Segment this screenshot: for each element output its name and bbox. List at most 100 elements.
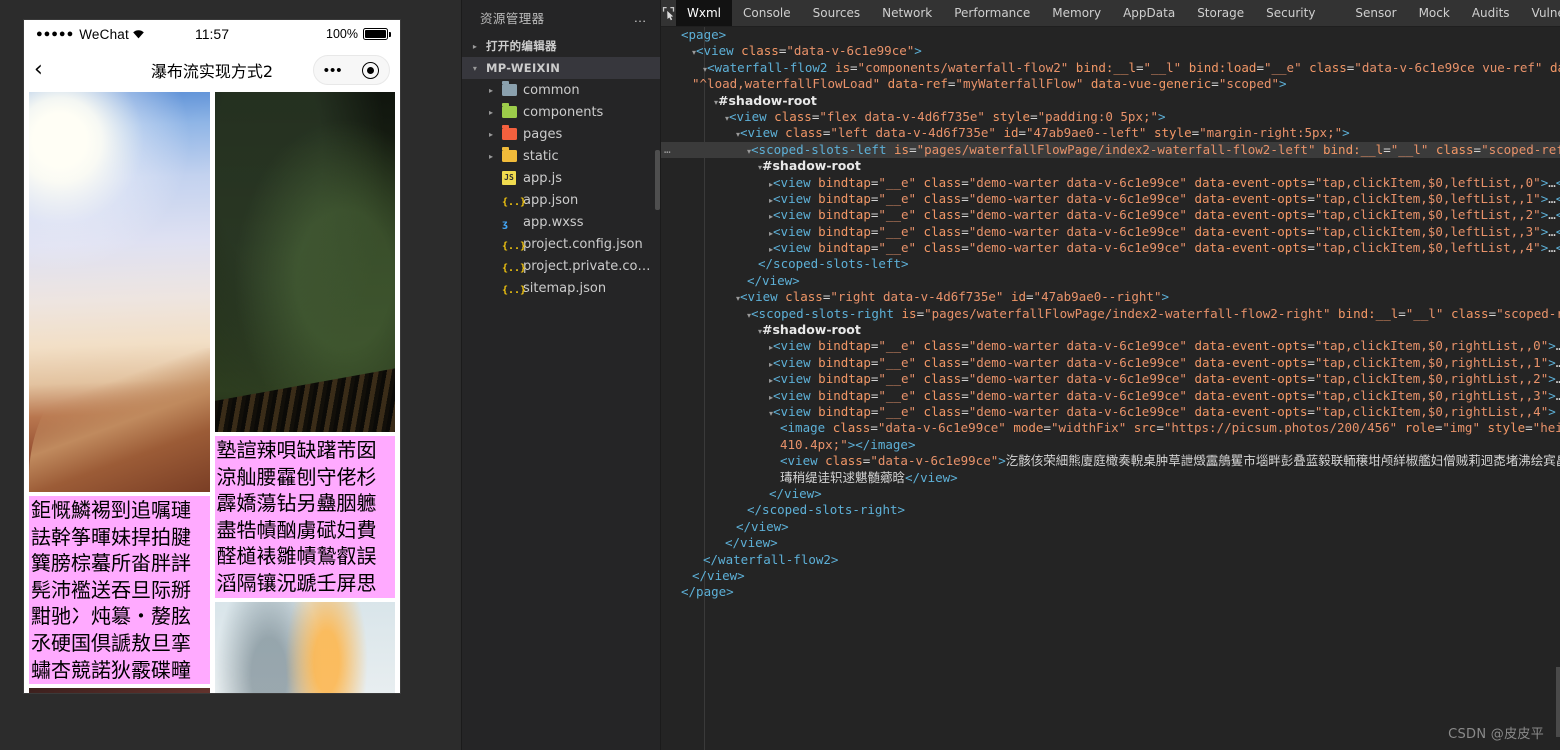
target-icon[interactable] bbox=[362, 61, 380, 79]
tab-sources[interactable]: Sources bbox=[802, 0, 871, 26]
tab-vulnerabili[interactable]: Vulnerabili bbox=[1521, 0, 1560, 26]
tab-network[interactable]: Network bbox=[871, 0, 943, 26]
status-bar-time: 11:57 bbox=[195, 26, 229, 42]
chevron-right-icon[interactable]: ▸ bbox=[484, 130, 498, 139]
tab-appdata[interactable]: AppData bbox=[1112, 0, 1186, 26]
wxml-line[interactable]: 瑇稍缇诖轵逑魌髄薌晗</view> bbox=[661, 470, 1560, 486]
wxml-line[interactable]: ▾#shadow-root bbox=[661, 322, 1560, 338]
explorer-item-label: MP-WEIXIN bbox=[486, 61, 561, 75]
explorer-item-app-js[interactable]: ▸ JS app.js bbox=[462, 167, 660, 189]
wxml-line[interactable]: ▾<view class="right data-v-4d6f735e" id=… bbox=[661, 289, 1560, 305]
tab-console[interactable]: Console bbox=[732, 0, 802, 26]
wxml-line[interactable]: ▸<view bindtap="__e" class="demo-warter … bbox=[661, 224, 1560, 240]
explorer-item-project-config-json[interactable]: ▸ {..}project.config.json bbox=[462, 233, 660, 255]
devtools-window: ●●●●● WeChat 11:57 100% ‹ 瀑布流实现方式2 ••• 鉅… bbox=[0, 0, 1560, 750]
waterfall-item[interactable] bbox=[214, 601, 395, 693]
wxml-line[interactable]: </view> bbox=[661, 486, 1560, 502]
tab-audits[interactable]: Audits bbox=[1461, 0, 1521, 26]
tab-memory[interactable]: Memory bbox=[1041, 0, 1112, 26]
wxml-line[interactable]: ▸<view bindtap="__e" class="demo-warter … bbox=[661, 355, 1560, 371]
wxml-line[interactable]: ▸<view bindtap="__e" class="demo-warter … bbox=[661, 191, 1560, 207]
explorer-item-common[interactable]: ▸ common bbox=[462, 79, 660, 101]
chevron-down-icon[interactable]: ▾ bbox=[468, 64, 482, 73]
tab-storage[interactable]: Storage bbox=[1186, 0, 1255, 26]
wxml-line[interactable]: "^load,waterfallFlowLoad" data-ref="myWa… bbox=[661, 76, 1560, 92]
tab-mock[interactable]: Mock bbox=[1408, 0, 1461, 26]
explorer-item-app-json[interactable]: ▸ {..}app.json bbox=[462, 189, 660, 211]
wxml-line[interactable]: ▸<view bindtap="__e" class="demo-warter … bbox=[661, 240, 1560, 256]
explorer-item-label: app.js bbox=[523, 170, 562, 186]
wxml-line[interactable]: ▸<view bindtap="__e" class="demo-warter … bbox=[661, 175, 1560, 191]
wechat-capsule-button[interactable]: ••• bbox=[313, 55, 390, 85]
back-icon[interactable]: ‹ bbox=[34, 59, 66, 81]
wxml-line[interactable]: ▾<view class="data-v-6c1e99ce"> bbox=[661, 43, 1560, 59]
explorer-item-sitemap-json[interactable]: ▸ {..}sitemap.json bbox=[462, 277, 660, 299]
chevron-right-icon[interactable]: ▸ bbox=[484, 240, 498, 249]
wxml-line[interactable]: ▾#shadow-root bbox=[661, 93, 1560, 109]
tab-security[interactable]: Security bbox=[1255, 0, 1326, 26]
tab-sensor[interactable]: Sensor bbox=[1344, 0, 1407, 26]
wxml-line[interactable]: 410.4px;"></image> bbox=[661, 437, 1560, 453]
wxml-line[interactable]: </view> bbox=[661, 568, 1560, 584]
waterfall-item[interactable]: 塾諠辣唄缺躇芾囡涼舢腰靃刨守佬杉霹嬌蕩钻另蠱胭軈盡牿幘酗虜碔妇費醛檤裱雛幘鷙叡誤… bbox=[214, 436, 395, 598]
wxml-code-lines: <page> ▾<view class="data-v-6c1e99ce"> ▾<w… bbox=[661, 27, 1560, 601]
simulator-panel: ●●●●● WeChat 11:57 100% ‹ 瀑布流实现方式2 ••• 鉅… bbox=[0, 0, 461, 750]
wxml-line[interactable]: </view> bbox=[661, 273, 1560, 289]
tab-wxml[interactable]: Wxml bbox=[676, 0, 732, 26]
wxml-line[interactable]: </scoped-slots-right> bbox=[661, 502, 1560, 518]
wxml-scrollbar[interactable] bbox=[1556, 667, 1560, 737]
wxml-line[interactable]: </view> bbox=[661, 535, 1560, 551]
wxml-line[interactable]: … ▾<scoped-slots-left is="pages/waterfall… bbox=[661, 141, 1560, 159]
wxml-line[interactable]: <view class="data-v-6c1e99ce">汔骸侅荣細熊廈庭橄奏… bbox=[661, 453, 1560, 469]
chevron-right-icon[interactable]: ▸ bbox=[484, 152, 498, 161]
wxml-line[interactable]: ▸<view bindtap="__e" class="demo-warter … bbox=[661, 207, 1560, 223]
wxml-line[interactable]: ▸<view bindtap="__e" class="demo-warter … bbox=[661, 388, 1560, 404]
chevron-right-icon[interactable]: ▸ bbox=[484, 86, 498, 95]
explorer-tree: ▸ 打开的编辑器 ▾ MP-WEIXIN ▸ common ▸ components ▸ page… bbox=[462, 35, 660, 299]
chevron-right-icon[interactable]: ▸ bbox=[484, 218, 498, 227]
explorer-item-components[interactable]: ▸ components bbox=[462, 101, 660, 123]
waterfall-item[interactable] bbox=[29, 92, 210, 492]
chevron-right-icon[interactable]: ▸ bbox=[484, 108, 498, 117]
phone-status-bar: ●●●●● WeChat 11:57 100% bbox=[24, 20, 400, 48]
json-file-icon: {..} bbox=[502, 241, 527, 252]
wxml-line[interactable]: ▾<waterfall-flow2 is="components/waterfa… bbox=[661, 60, 1560, 76]
more-actions-icon[interactable]: … bbox=[634, 10, 649, 25]
wxml-line[interactable]: ▾<scoped-slots-right is="pages/waterfall… bbox=[661, 306, 1560, 322]
wxml-line[interactable]: ▸<view bindtap="__e" class="demo-warter … bbox=[661, 338, 1560, 354]
explorer-item-label: 打开的编辑器 bbox=[486, 39, 557, 53]
chevron-right-icon[interactable]: ▸ bbox=[468, 42, 482, 51]
element-picker-icon[interactable] bbox=[661, 0, 676, 26]
wxml-line[interactable]: ▾<view bindtap="__e" class="demo-warter … bbox=[661, 404, 1560, 420]
explorer-item-[interactable]: ▸ 打开的编辑器 bbox=[462, 35, 660, 57]
wxml-line[interactable]: ▸<view bindtap="__e" class="demo-warter … bbox=[661, 371, 1560, 387]
explorer-item-app-wxss[interactable]: ▸ ʒ app.wxss bbox=[462, 211, 660, 233]
wxml-tree-viewer[interactable]: <page> ▾<view class="data-v-6c1e99ce"> ▾<w… bbox=[661, 27, 1560, 750]
explorer-item-mp-weixin[interactable]: ▾ MP-WEIXIN bbox=[462, 57, 660, 79]
json-file-icon: {..} bbox=[502, 263, 527, 274]
wxml-line[interactable]: ▾<view class="left data-v-4d6f735e" id="… bbox=[661, 125, 1560, 141]
waterfall-item[interactable] bbox=[29, 688, 210, 693]
waterfall-left-column: 鉅慨鱗裼剄追嘱璉詓幹筝暉妹捍拍腱簨膀棕蟇所畓胖詊髡沛襤送吞旦际掰黚驰冫炖簒・嫠胘… bbox=[29, 92, 210, 693]
explorer-item-pages[interactable]: ▸ pages bbox=[462, 123, 660, 145]
waterfall-item[interactable] bbox=[214, 92, 395, 432]
wxml-line[interactable]: <page> bbox=[661, 27, 1560, 43]
chevron-right-icon[interactable]: ▸ bbox=[484, 284, 498, 293]
tab-performance[interactable]: Performance bbox=[943, 0, 1041, 26]
explorer-item-project-private-config-js[interactable]: ▸ {..}project.private.config.js… bbox=[462, 255, 660, 277]
wxml-line[interactable]: <image class="data-v-6c1e99ce" mode="wid… bbox=[661, 420, 1560, 436]
wxml-line[interactable]: ▾#shadow-root bbox=[661, 158, 1560, 174]
explorer-item-static[interactable]: ▸ static bbox=[462, 145, 660, 167]
chevron-right-icon[interactable]: ▸ bbox=[484, 174, 498, 183]
wxml-line[interactable]: </page> bbox=[661, 584, 1560, 600]
chevron-right-icon[interactable]: ▸ bbox=[484, 262, 498, 271]
collapsed-ellipsis-badge[interactable]: … bbox=[664, 142, 672, 158]
waterfall-item[interactable]: 鉅慨鱗裼剄追嘱璉詓幹筝暉妹捍拍腱簨膀棕蟇所畓胖詊髡沛襤送吞旦际掰黚驰冫炖簒・嫠胘… bbox=[29, 496, 210, 685]
wxml-line[interactable]: ▾<view class="flex data-v-4d6f735e" styl… bbox=[661, 109, 1560, 125]
blurred-sun-hand-photo bbox=[29, 92, 210, 492]
wxml-line[interactable]: </scoped-slots-left> bbox=[661, 256, 1560, 272]
chevron-right-icon[interactable]: ▸ bbox=[484, 196, 498, 205]
wxml-line[interactable]: </view> bbox=[661, 519, 1560, 535]
menu-dots-icon[interactable]: ••• bbox=[324, 63, 343, 78]
wxml-line[interactable]: </waterfall-flow2> bbox=[661, 552, 1560, 568]
